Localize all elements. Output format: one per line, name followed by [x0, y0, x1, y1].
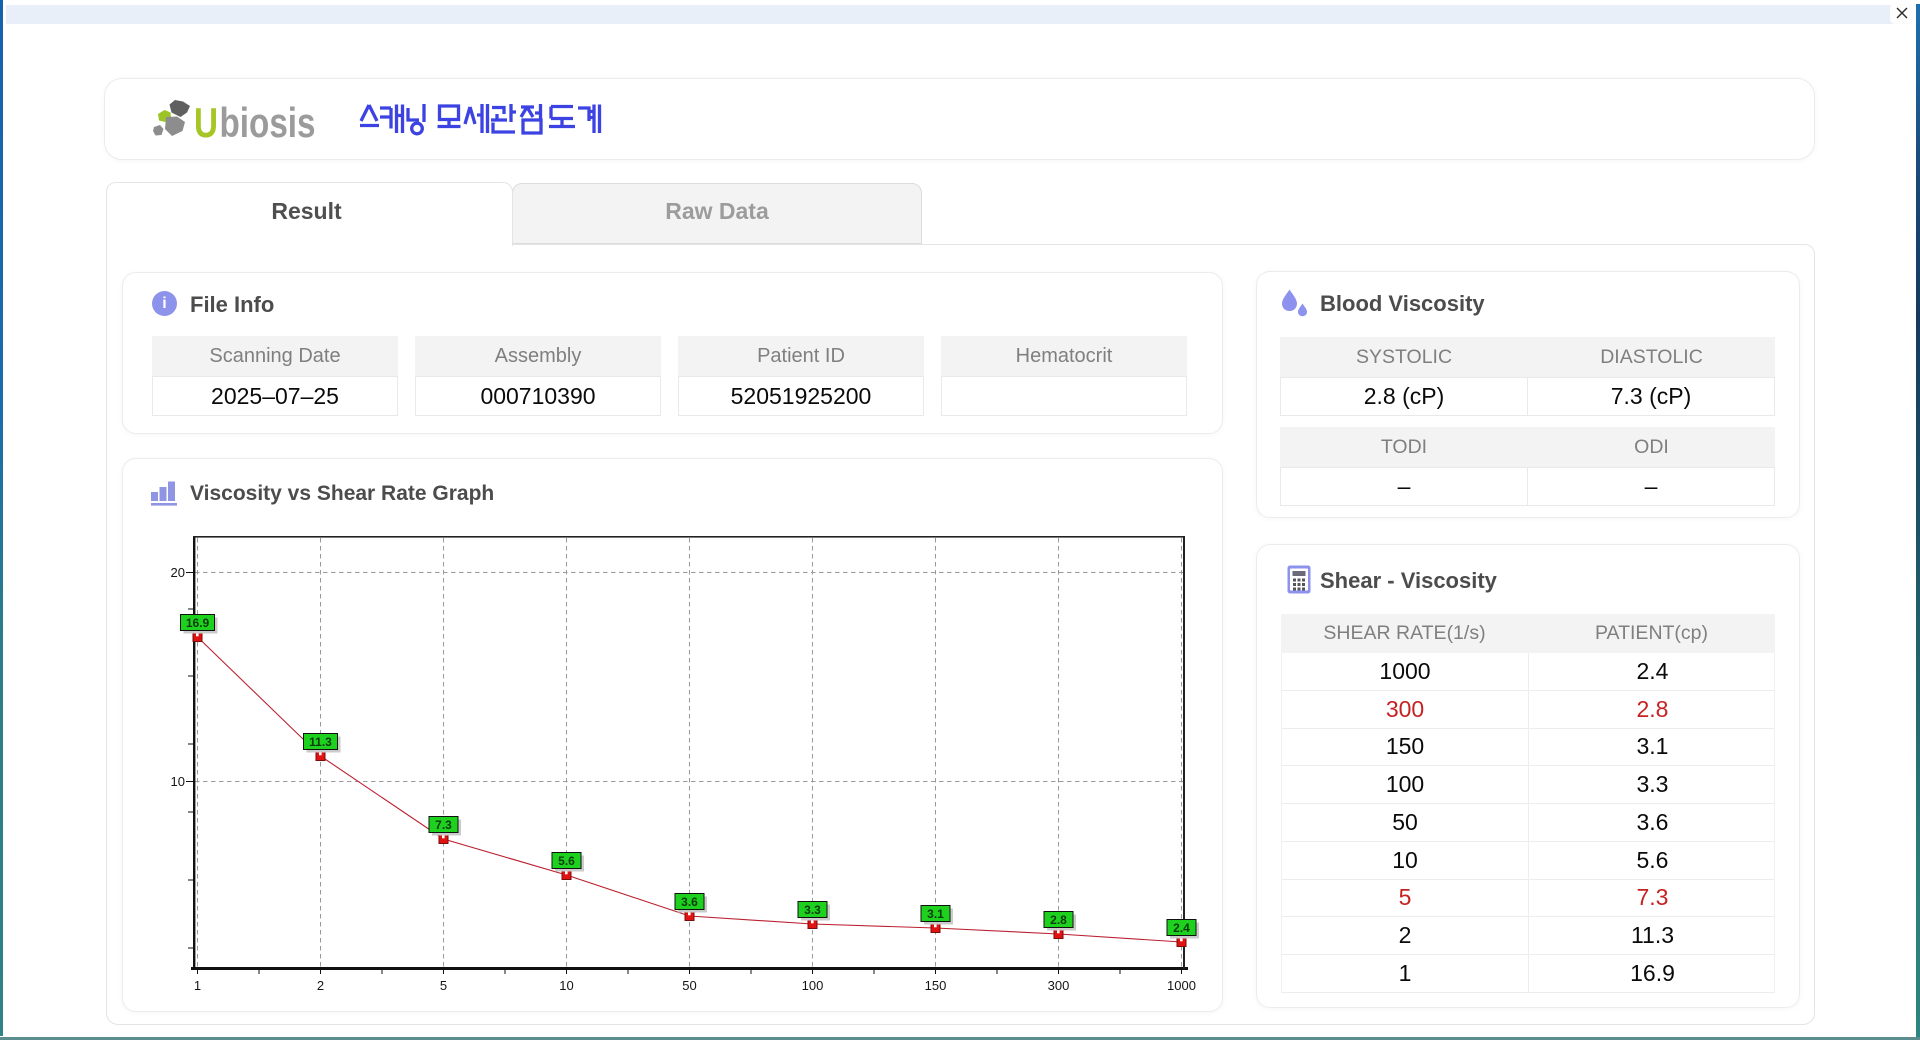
- svg-text:11.3: 11.3: [309, 735, 332, 749]
- svg-text:20: 20: [171, 565, 185, 580]
- svg-text:150: 150: [925, 978, 947, 993]
- svg-text:3.3: 3.3: [804, 903, 821, 917]
- svg-text:7.3: 7.3: [435, 818, 452, 832]
- svg-text:10: 10: [171, 774, 185, 789]
- svg-text:100: 100: [802, 978, 824, 993]
- svg-text:300: 300: [1048, 978, 1070, 993]
- svg-text:U: U: [194, 99, 218, 144]
- svg-text:16.9: 16.9: [186, 616, 210, 630]
- svg-text:5: 5: [440, 978, 447, 993]
- svg-text:5.6: 5.6: [558, 854, 575, 868]
- svg-text:1000: 1000: [1167, 978, 1196, 993]
- svg-text:biosis: biosis: [220, 99, 316, 144]
- svg-text:10: 10: [559, 978, 573, 993]
- svg-text:50: 50: [682, 978, 696, 993]
- svg-text:2.4: 2.4: [1173, 921, 1190, 935]
- svg-text:2.8: 2.8: [1050, 913, 1067, 927]
- svg-text:2: 2: [317, 978, 324, 993]
- svg-text:3.6: 3.6: [681, 895, 698, 909]
- svg-text:1: 1: [194, 978, 201, 993]
- svg-text:3.1: 3.1: [927, 907, 944, 921]
